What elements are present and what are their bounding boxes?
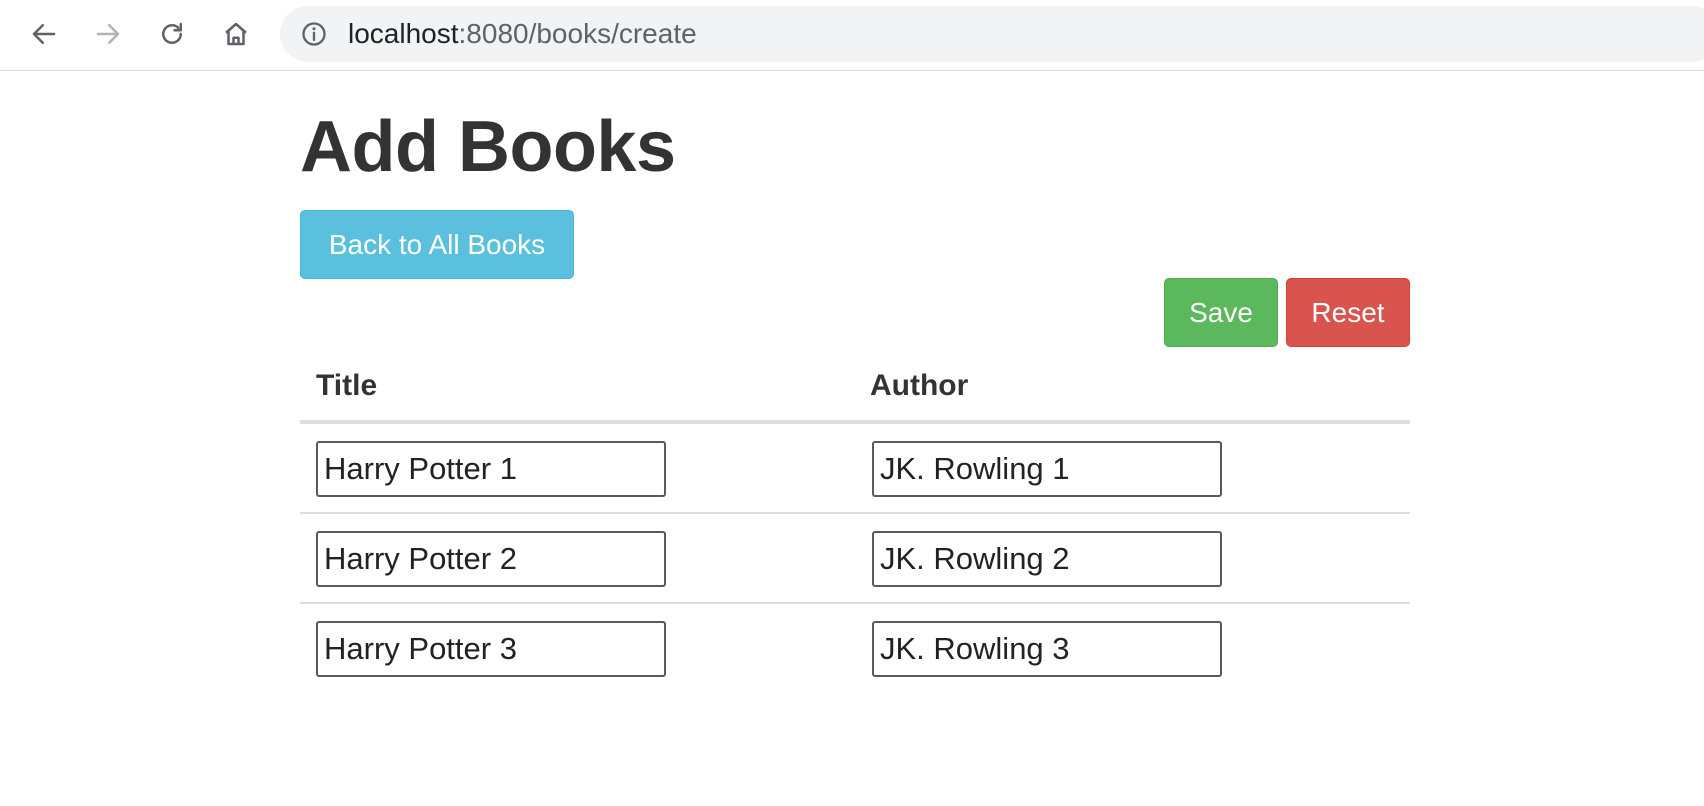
- books-table: Title Author: [300, 357, 1410, 694]
- page-title: Add Books: [300, 107, 676, 187]
- save-button[interactable]: Save: [1164, 278, 1278, 347]
- site-info-icon[interactable]: [300, 20, 328, 48]
- column-header-title: Title: [316, 369, 378, 402]
- url-text[interactable]: localhost:8080/books/create: [348, 6, 697, 62]
- title-input[interactable]: [316, 621, 666, 677]
- url-host: localhost: [348, 18, 459, 49]
- table-row: [300, 604, 1410, 694]
- url-path: :8080/books/create: [458, 18, 697, 49]
- address-bar[interactable]: localhost:8080/books/create: [280, 6, 1704, 62]
- author-input[interactable]: [872, 531, 1222, 587]
- title-input[interactable]: [316, 441, 666, 497]
- table-row: [300, 514, 1410, 604]
- table-header: Title Author: [300, 357, 1410, 424]
- reset-button[interactable]: Reset: [1286, 278, 1410, 347]
- browser-toolbar: localhost:8080/books/create: [0, 0, 1704, 71]
- reload-icon[interactable]: [152, 14, 192, 54]
- column-header-author: Author: [870, 369, 969, 402]
- title-input[interactable]: [316, 531, 666, 587]
- back-arrow-icon[interactable]: [24, 14, 64, 54]
- back-to-all-books-button[interactable]: Back to All Books: [300, 210, 574, 279]
- table-row: [300, 424, 1410, 514]
- forward-arrow-icon[interactable]: [88, 14, 128, 54]
- author-input[interactable]: [872, 621, 1222, 677]
- author-input[interactable]: [872, 441, 1222, 497]
- home-icon[interactable]: [216, 14, 256, 54]
